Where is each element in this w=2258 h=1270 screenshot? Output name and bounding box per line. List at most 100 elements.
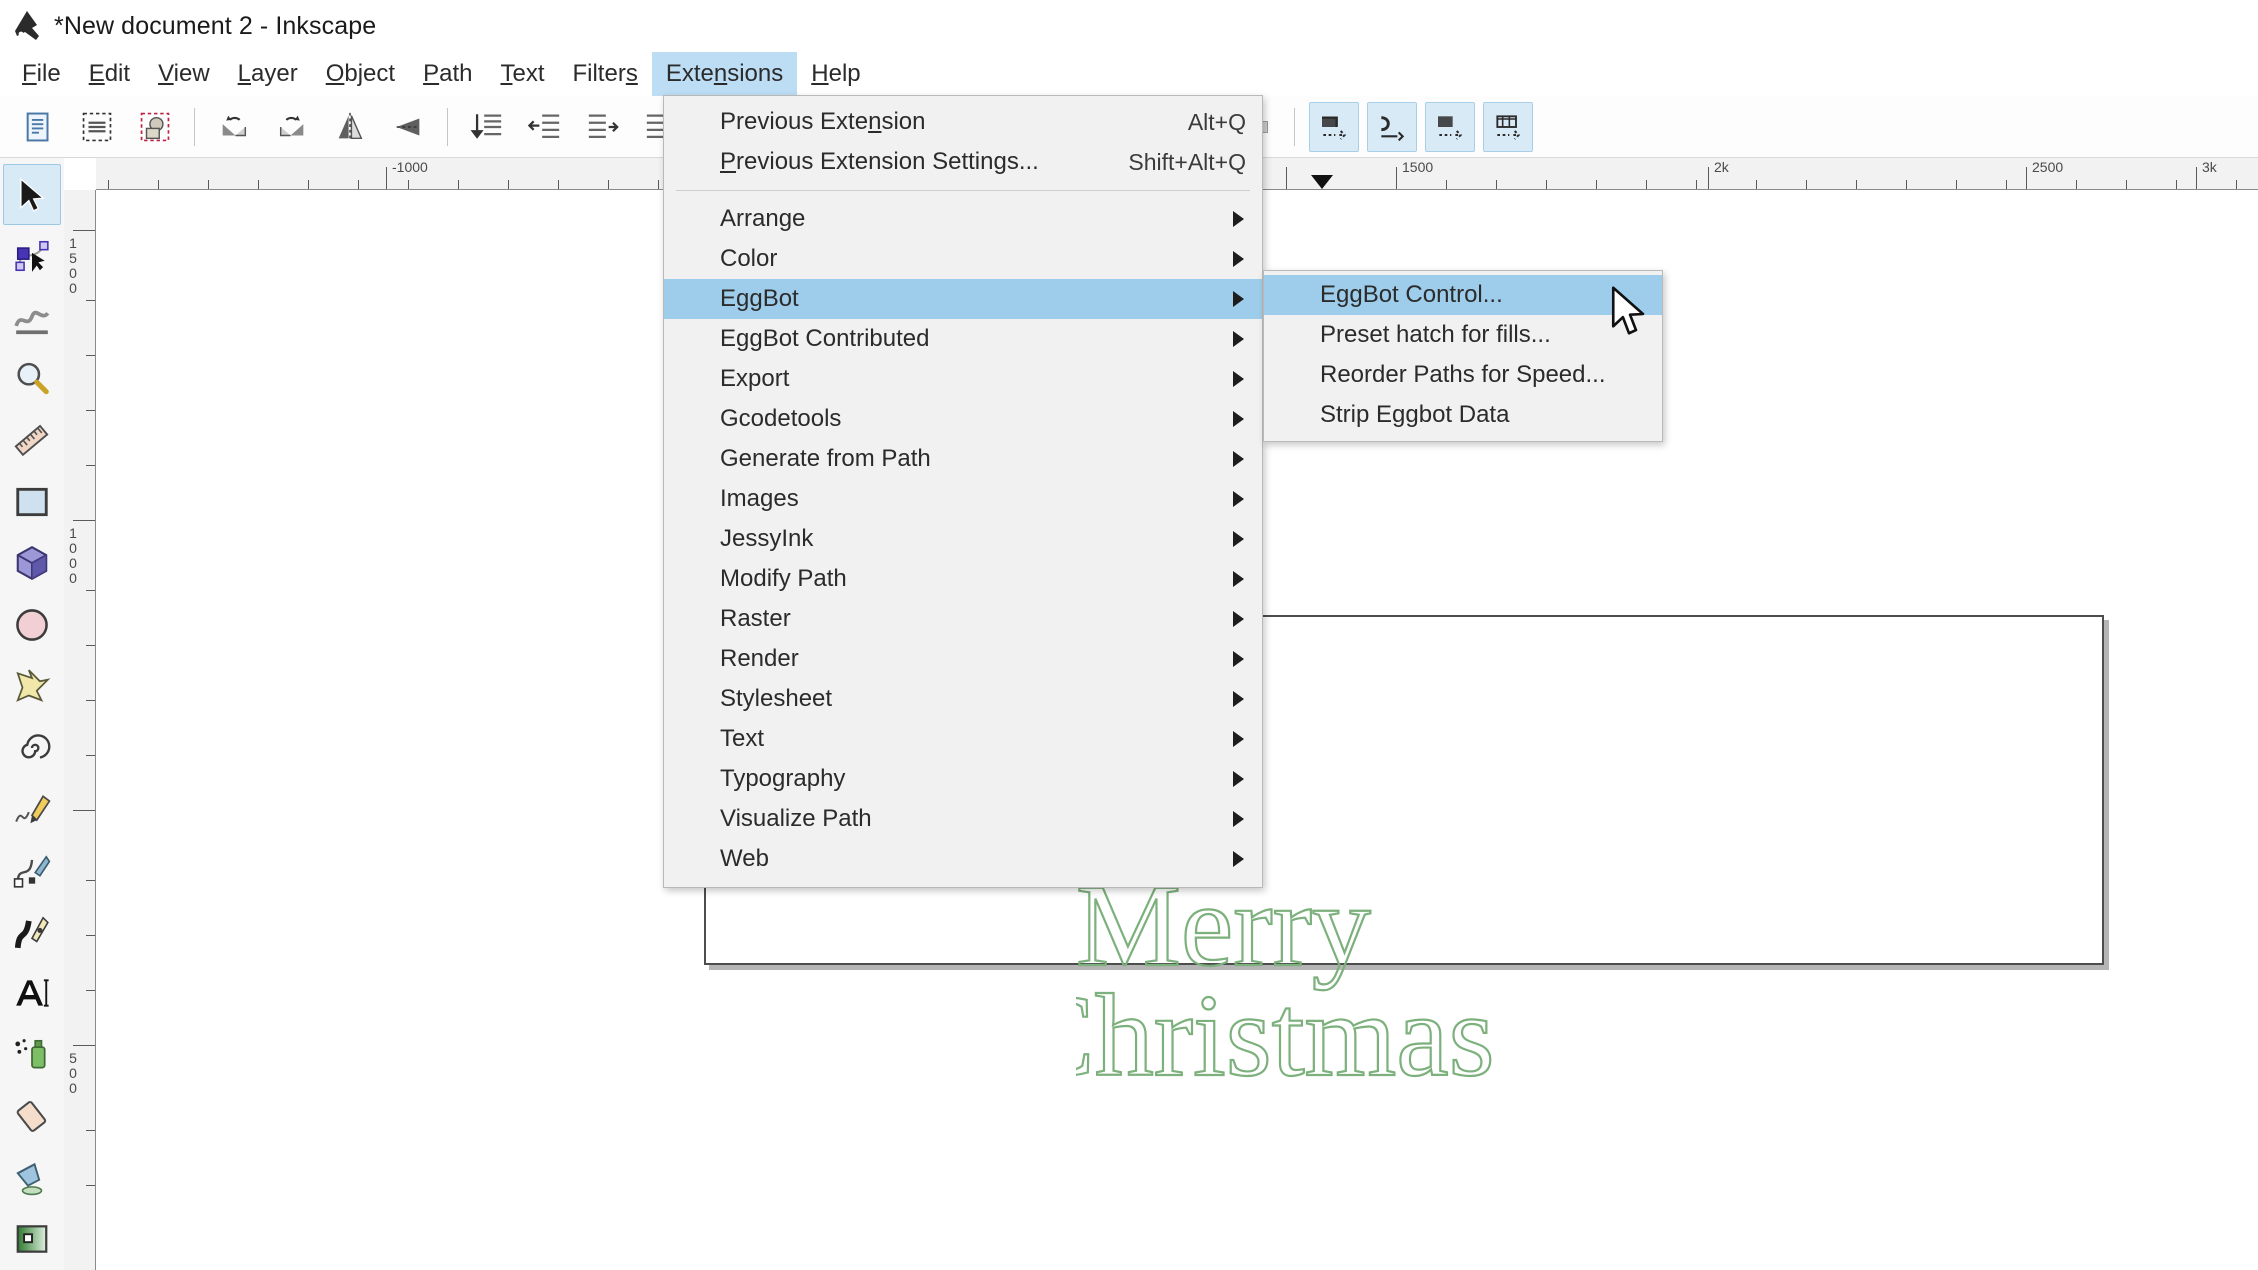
submenu-item-preset-hatch-for-fills[interactable]: Preset hatch for fills...	[1264, 315, 1662, 355]
menu-item-label: Generate from Path	[720, 445, 931, 472]
menu-item-export[interactable]: Export	[664, 359, 1262, 399]
submenu-item-strip-eggbot-data[interactable]: Strip Eggbot Data	[1264, 395, 1662, 435]
document-properties-icon[interactable]	[14, 102, 64, 152]
eraser-tool-icon[interactable]	[3, 1086, 61, 1147]
menu-item-web[interactable]: Web	[664, 839, 1262, 879]
menu-bar: File Edit View Layer Object Path Text Fi…	[0, 52, 2258, 96]
lower-to-bottom-icon[interactable]	[462, 102, 512, 152]
pencil-tool-icon[interactable]	[3, 778, 61, 839]
menu-item-eggbot[interactable]: EggBot	[664, 279, 1262, 319]
submenu-arrow-icon	[1233, 371, 1244, 387]
submenu-arrow-icon	[1233, 491, 1244, 507]
deselect-icon[interactable]	[130, 102, 180, 152]
submenu-item-eggbot-control[interactable]: EggBot Control...	[1264, 275, 1662, 315]
rotate-cw-90-icon[interactable]	[267, 102, 317, 152]
tool-palette	[0, 158, 64, 1270]
xml-editor-icon[interactable]	[1483, 101, 1533, 152]
raise-one-step-icon[interactable]	[578, 102, 628, 152]
menu-view[interactable]: View	[144, 52, 224, 96]
menu-item-text[interactable]: Text	[664, 719, 1262, 759]
menu-text[interactable]: Text	[486, 52, 558, 96]
submenu-arrow-icon	[1233, 211, 1244, 227]
lower-one-step-icon[interactable]	[520, 102, 570, 152]
menu-item-label: JessyInk	[720, 525, 814, 552]
menu-item-typography[interactable]: Typography	[664, 759, 1262, 799]
selector-tool-icon[interactable]	[3, 164, 61, 226]
menu-item-label: EggBot	[720, 285, 799, 312]
rectangle-tool-icon[interactable]	[3, 471, 61, 532]
ruler-label: 2k	[1714, 159, 1729, 175]
menu-item-label: Gcodetools	[720, 405, 842, 432]
toolbar-separator-2	[447, 107, 448, 146]
text-tool-icon[interactable]	[3, 963, 61, 1024]
menu-item-raster[interactable]: Raster	[664, 599, 1262, 639]
mouse-pointer-icon	[1611, 286, 1645, 335]
menu-item-label: Stylesheet	[720, 685, 833, 712]
submenu-arrow-icon	[1233, 251, 1244, 267]
measure-tool-icon[interactable]	[3, 410, 61, 471]
menu-item-visualize-path[interactable]: Visualize Path	[664, 799, 1262, 839]
box3d-tool-icon[interactable]	[3, 533, 61, 594]
spray-tool-icon[interactable]	[3, 1024, 61, 1085]
star-tool-icon[interactable]	[3, 656, 61, 717]
flip-vertical-icon[interactable]	[383, 102, 433, 152]
menu-item-color[interactable]: Color	[664, 239, 1262, 279]
node-editor-tool-icon[interactable]	[3, 225, 61, 286]
menu-item-images[interactable]: Images	[664, 479, 1262, 519]
menu-item-eggbot-contributed[interactable]: EggBot Contributed	[664, 319, 1262, 359]
menu-file[interactable]: File	[8, 52, 75, 96]
extensions-dropdown-menu[interactable]: Previous Extension Alt+Q Previous Extens…	[663, 95, 1263, 888]
spiral-tool-icon[interactable]	[3, 717, 61, 778]
submenu-item-reorder-paths-for-speed[interactable]: Reorder Paths for Speed...	[1264, 355, 1662, 395]
menu-help[interactable]: Help	[797, 52, 874, 96]
menu-filters[interactable]: Filters	[558, 52, 651, 96]
ruler-position-marker	[1311, 175, 1333, 189]
calligraphy-tool-icon[interactable]	[3, 901, 61, 962]
menu-item-label: Previous Extension Settings...	[720, 148, 1039, 175]
select-all-in-layers-icon[interactable]	[72, 102, 122, 152]
menu-item-label: Modify Path	[720, 565, 847, 592]
menu-item-label: Render	[720, 645, 799, 672]
submenu-arrow-icon	[1233, 291, 1244, 307]
artwork-merry-christmas[interactable]: Merry Christmas	[1076, 870, 1796, 1130]
trace-bitmap-icon[interactable]	[1425, 101, 1475, 152]
menu-layer[interactable]: Layer	[224, 52, 312, 96]
bezier-tool-icon[interactable]	[3, 840, 61, 901]
menu-item-modify-path[interactable]: Modify Path	[664, 559, 1262, 599]
menu-extensions[interactable]: Extensions	[651, 52, 798, 96]
submenu-arrow-icon	[1233, 411, 1244, 427]
flip-horizontal-icon[interactable]	[325, 102, 375, 152]
menu-item-generate-from-path[interactable]: Generate from Path	[664, 439, 1262, 479]
menu-item-label: Color	[720, 245, 778, 272]
menu-item-render[interactable]: Render	[664, 639, 1262, 679]
object-to-path-icon[interactable]	[1309, 101, 1359, 152]
inkscape-logo-icon	[15, 11, 39, 40]
menu-item-stylesheet[interactable]: Stylesheet	[664, 679, 1262, 719]
ellipse-tool-icon[interactable]	[3, 594, 61, 655]
title-bar: *New document 2 - Inkscape	[0, 0, 2258, 52]
menu-item-previous-extension[interactable]: Previous Extension Alt+Q	[664, 102, 1262, 142]
submenu-arrow-icon	[1233, 771, 1244, 787]
zoom-tool-icon[interactable]	[3, 348, 61, 409]
eggbot-submenu[interactable]: EggBot Control... Preset hatch for fills…	[1263, 270, 1663, 442]
menu-object[interactable]: Object	[312, 52, 409, 96]
toolbar-separator-3	[1294, 107, 1295, 146]
stroke-to-path-icon[interactable]	[1367, 101, 1417, 152]
inkscape-window: *New document 2 - Inkscape File Edit Vie…	[0, 0, 2258, 1270]
menu-item-jessyink[interactable]: JessyInk	[664, 519, 1262, 559]
submenu-arrow-icon	[1233, 611, 1244, 627]
rotate-ccw-90-icon[interactable]	[209, 102, 259, 152]
tweak-tool-icon[interactable]	[3, 287, 61, 348]
gradient-tool-icon[interactable]	[3, 1208, 61, 1269]
menu-item-arrange[interactable]: Arrange	[664, 199, 1262, 239]
submenu-arrow-icon	[1233, 331, 1244, 347]
ruler-label: 2500	[2032, 159, 2064, 175]
vertical-ruler[interactable]: 1500 1000 500	[64, 190, 96, 1270]
paint-bucket-tool-icon[interactable]	[3, 1147, 61, 1208]
submenu-arrow-icon	[1233, 531, 1244, 547]
menu-path[interactable]: Path	[409, 52, 486, 96]
menu-item-gcodetools[interactable]: Gcodetools	[664, 399, 1262, 439]
menu-item-label: Raster	[720, 605, 791, 632]
menu-item-previous-extension-settings[interactable]: Previous Extension Settings... Shift+Alt…	[664, 142, 1262, 182]
menu-edit[interactable]: Edit	[75, 52, 144, 96]
